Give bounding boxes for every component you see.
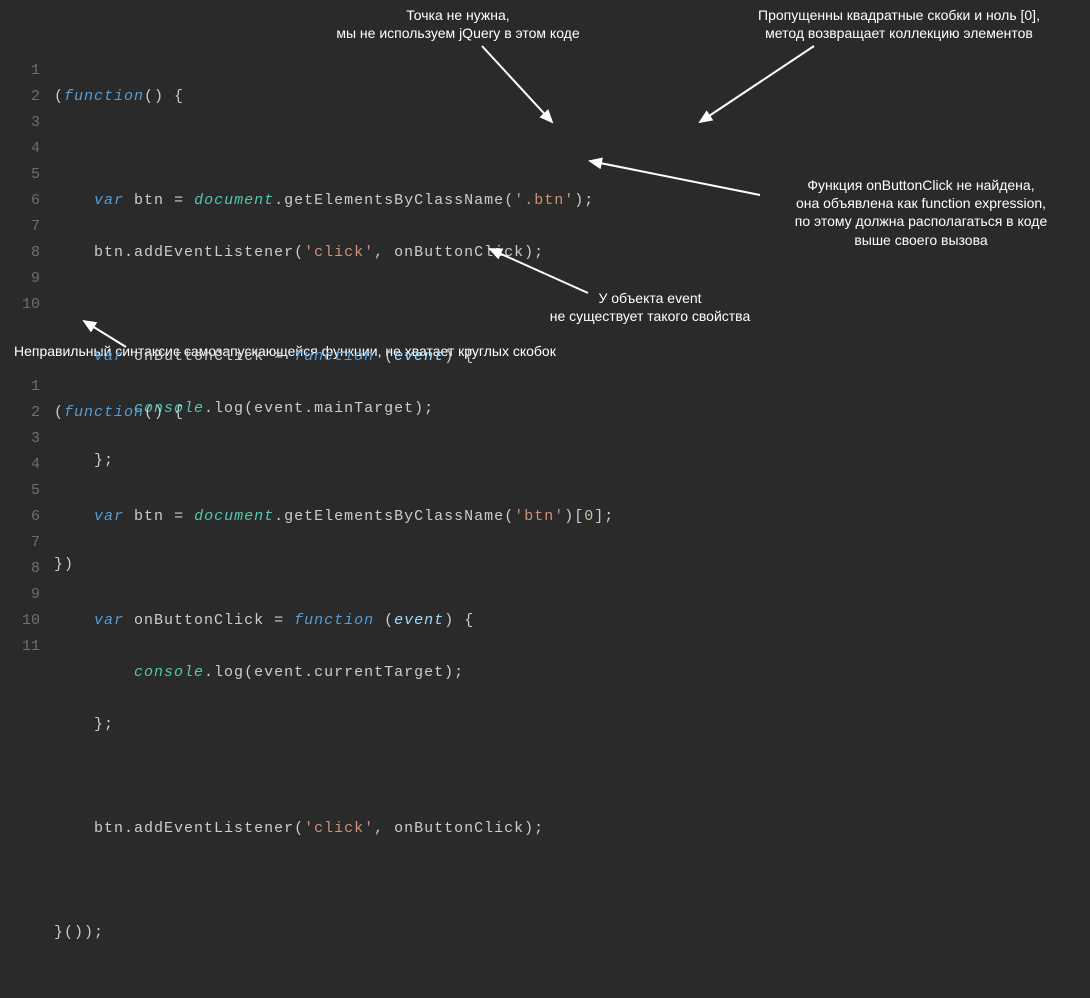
- line-number: 8: [12, 556, 40, 582]
- code-line: }());: [54, 920, 614, 946]
- annotation-onbuttonclick-not-found: Функция onButtonClick не найдена, она об…: [766, 176, 1076, 249]
- line-number: 7: [12, 530, 40, 556]
- line-number: 9: [12, 266, 40, 292]
- annotation-event-property: У объекта event не существует такого сво…: [520, 289, 780, 325]
- code-line: (function() {: [54, 400, 614, 426]
- annotation-line: Функция onButtonClick не найдена,: [766, 176, 1076, 194]
- line-number: 1: [12, 374, 40, 400]
- code-line: [54, 452, 614, 478]
- line-number: 4: [12, 452, 40, 478]
- annotation-brackets-missing: Пропущенны квадратные скобки и ноль [0],…: [734, 6, 1064, 42]
- line-number: 5: [12, 162, 40, 188]
- code-line: [54, 868, 614, 894]
- arrow-to-dot: [480, 44, 570, 134]
- code-line: var onButtonClick = function (event) {: [54, 608, 614, 634]
- annotation-line: Пропущенны квадратные скобки и ноль [0],: [734, 6, 1064, 24]
- annotation-line: по этому должна располагаться в коде: [766, 212, 1076, 230]
- annotation-line: выше своего вызова: [766, 231, 1076, 249]
- annotation-dot-not-needed: Точка не нужна, мы не используем jQuery …: [298, 6, 618, 42]
- annotation-line: У объекта event: [520, 289, 780, 307]
- line-number: 6: [12, 504, 40, 530]
- annotation-line: метод возвращает коллекцию элементов: [734, 24, 1064, 42]
- annotation-line: мы не используем jQuery в этом коде: [298, 24, 618, 42]
- annotation-line: не существует такого свойства: [520, 307, 780, 325]
- arrow-to-onbuttonclick: [580, 155, 770, 215]
- code-line: var btn = document.getElementsByClassNam…: [54, 504, 614, 530]
- code-line: [54, 764, 614, 790]
- arrow-to-iife: [78, 317, 138, 357]
- line-number: 3: [12, 426, 40, 452]
- line-number: 2: [12, 400, 40, 426]
- code-content: (function() { var btn = document.getElem…: [54, 374, 614, 998]
- line-number: 9: [12, 582, 40, 608]
- annotation-line: она объявлена как function expression,: [766, 194, 1076, 212]
- code-line: var btn = document.getElementsByClassNam…: [54, 188, 594, 214]
- arrow-to-brackets: [690, 44, 820, 134]
- code-line: [54, 556, 614, 582]
- line-number: 8: [12, 240, 40, 266]
- line-number: 10: [12, 292, 40, 318]
- line-number: 11: [12, 634, 40, 660]
- line-number: 7: [12, 214, 40, 240]
- line-number: 6: [12, 188, 40, 214]
- annotation-line: Точка не нужна,: [298, 6, 618, 24]
- line-number: 1: [12, 58, 40, 84]
- line-number: 5: [12, 478, 40, 504]
- code-line: };: [54, 712, 614, 738]
- line-number: 3: [12, 110, 40, 136]
- line-number: 4: [12, 136, 40, 162]
- code-block-correct: 1 2 3 4 5 6 7 8 9 10 11 (function() { va…: [12, 374, 614, 998]
- code-line: btn.addEventListener('click', onButtonCl…: [54, 816, 614, 842]
- code-line: [54, 136, 594, 162]
- line-gutter: 1 2 3 4 5 6 7 8 9 10 11: [12, 374, 54, 998]
- line-number: 10: [12, 608, 40, 634]
- code-line: console.log(event.currentTarget);: [54, 660, 614, 686]
- line-number: 2: [12, 84, 40, 110]
